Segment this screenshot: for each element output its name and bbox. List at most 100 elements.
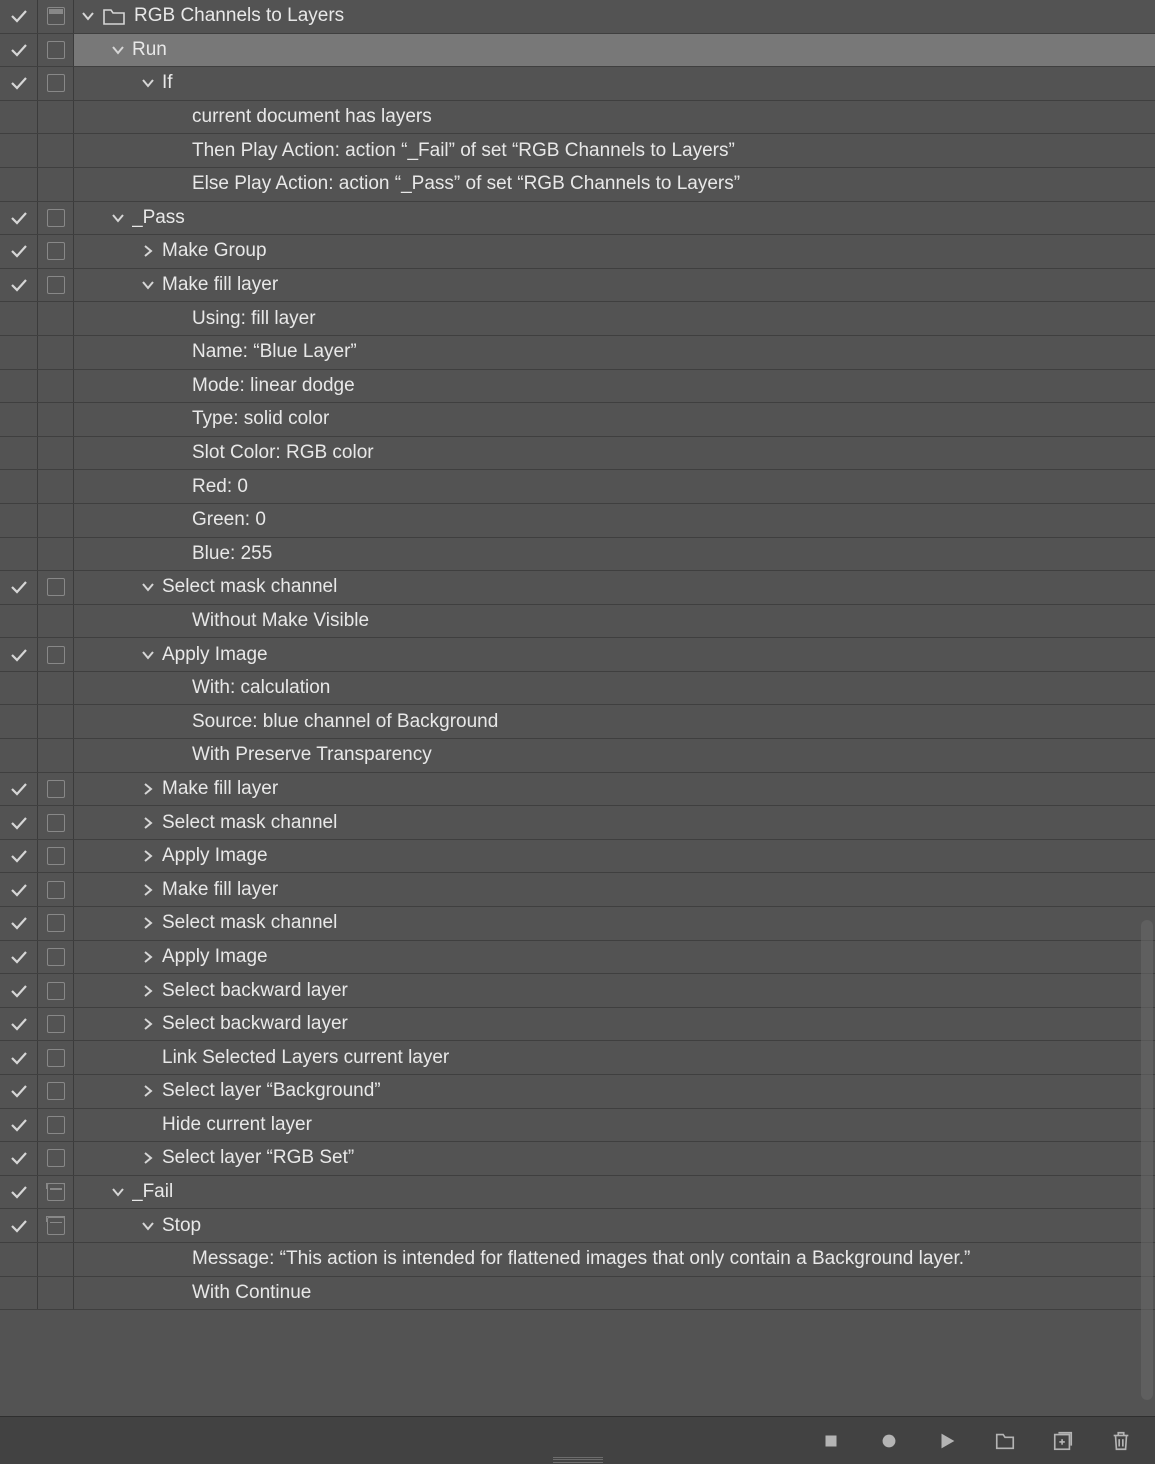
chevron-right-icon[interactable] [134,816,162,830]
action-item[interactable]: Run [0,34,1155,68]
dialog-on-icon [47,1217,65,1235]
chevron-right-icon[interactable] [134,1084,162,1098]
new-action-button[interactable] [1051,1429,1075,1453]
toggle-check[interactable] [0,235,38,268]
toggle-check[interactable] [0,1209,38,1242]
chevron-right-icon[interactable] [134,782,162,796]
action-step[interactable]: Apply Image [0,840,1155,874]
toggle-check[interactable] [0,974,38,1007]
toggle-dialog[interactable] [38,773,74,806]
toggle-dialog[interactable] [38,202,74,235]
checkmark-icon [10,1017,28,1031]
toggle-dialog[interactable] [38,0,74,33]
toggle-check[interactable] [0,941,38,974]
toggle-check[interactable] [0,1041,38,1074]
scrollbar-thumb[interactable] [1141,920,1153,1400]
action-step[interactable]: Stop [0,1209,1155,1243]
toggle-check[interactable] [0,840,38,873]
toggle-check[interactable] [0,873,38,906]
toggle-check[interactable] [0,773,38,806]
toggle-check[interactable] [0,1008,38,1041]
action-step[interactable]: Apply Image [0,638,1155,672]
chevron-down-icon[interactable] [134,580,162,594]
action-step[interactable]: Select layer “RGB Set” [0,1142,1155,1176]
chevron-right-icon[interactable] [134,1151,162,1165]
chevron-down-icon[interactable] [134,1219,162,1233]
toggle-check[interactable] [0,638,38,671]
toggle-check[interactable] [0,1075,38,1108]
toggle-dialog[interactable] [38,1109,74,1142]
toggle-check[interactable] [0,1109,38,1142]
action-step[interactable]: Select layer “Background” [0,1075,1155,1109]
chevron-down-icon[interactable] [74,9,102,23]
new-set-button[interactable] [993,1429,1017,1453]
step-detail: Blue: 255 [0,538,1155,572]
chevron-right-icon[interactable] [134,984,162,998]
chevron-right-icon[interactable] [134,916,162,930]
chevron-right-icon[interactable] [134,883,162,897]
action-step[interactable]: Make fill layer [0,269,1155,303]
step-name: Apply Image [162,644,268,666]
toggle-dialog[interactable] [38,34,74,67]
action-step[interactable]: Make Group [0,235,1155,269]
toggle-dialog[interactable] [38,907,74,940]
record-button[interactable] [877,1429,901,1453]
chevron-down-icon[interactable] [104,43,132,57]
toggle-dialog[interactable] [38,1008,74,1041]
action-set[interactable]: RGB Channels to Layers [0,0,1155,34]
action-step[interactable]: Select backward layer [0,974,1155,1008]
delete-button[interactable] [1109,1429,1133,1453]
action-step[interactable]: Hide current layer [0,1109,1155,1143]
toggle-check[interactable] [0,202,38,235]
toggle-check[interactable] [0,0,38,33]
toggle-dialog[interactable] [38,840,74,873]
action-step[interactable]: Make fill layer [0,773,1155,807]
chevron-down-icon[interactable] [134,278,162,292]
toggle-dialog[interactable] [38,1176,74,1209]
toggle-dialog[interactable] [38,269,74,302]
play-button[interactable] [935,1429,959,1453]
action-step[interactable]: Apply Image [0,941,1155,975]
toggle-dialog[interactable] [38,806,74,839]
action-step[interactable]: Select backward layer [0,1008,1155,1042]
toggle-dialog[interactable] [38,67,74,100]
action-step[interactable]: Select mask channel [0,571,1155,605]
chevron-right-icon[interactable] [134,244,162,258]
chevron-right-icon[interactable] [134,849,162,863]
toggle-check[interactable] [0,34,38,67]
action-item[interactable]: _Fail [0,1176,1155,1210]
action-step[interactable]: Make fill layer [0,873,1155,907]
toggle-dialog[interactable] [38,941,74,974]
action-step[interactable]: Link Selected Layers current layer [0,1041,1155,1075]
chevron-down-icon[interactable] [134,76,162,90]
chevron-down-icon[interactable] [104,1185,132,1199]
toggle-check[interactable] [0,1142,38,1175]
action-step[interactable]: Select mask channel [0,806,1155,840]
toggle-dialog[interactable] [38,974,74,1007]
chevron-down-icon[interactable] [134,648,162,662]
toggle-dialog[interactable] [38,638,74,671]
action-step[interactable]: If [0,67,1155,101]
toggle-dialog[interactable] [38,571,74,604]
toggle-dialog[interactable] [38,1209,74,1242]
resize-grip[interactable] [553,1457,603,1463]
stop-button[interactable] [819,1429,843,1453]
toggle-check[interactable] [0,571,38,604]
toggle-check[interactable] [0,806,38,839]
toggle-check[interactable] [0,269,38,302]
toggle-check[interactable] [0,67,38,100]
toggle-dialog[interactable] [38,235,74,268]
toggle-check[interactable] [0,907,38,940]
row-content: Blue: 255 [74,538,1155,571]
step-name: Select mask channel [162,912,337,934]
chevron-right-icon[interactable] [134,1017,162,1031]
toggle-dialog[interactable] [38,873,74,906]
chevron-down-icon[interactable] [104,211,132,225]
toggle-dialog[interactable] [38,1041,74,1074]
action-step[interactable]: Select mask channel [0,907,1155,941]
chevron-right-icon[interactable] [134,950,162,964]
toggle-check[interactable] [0,1176,38,1209]
action-item[interactable]: _Pass [0,202,1155,236]
toggle-dialog[interactable] [38,1075,74,1108]
toggle-dialog[interactable] [38,1142,74,1175]
